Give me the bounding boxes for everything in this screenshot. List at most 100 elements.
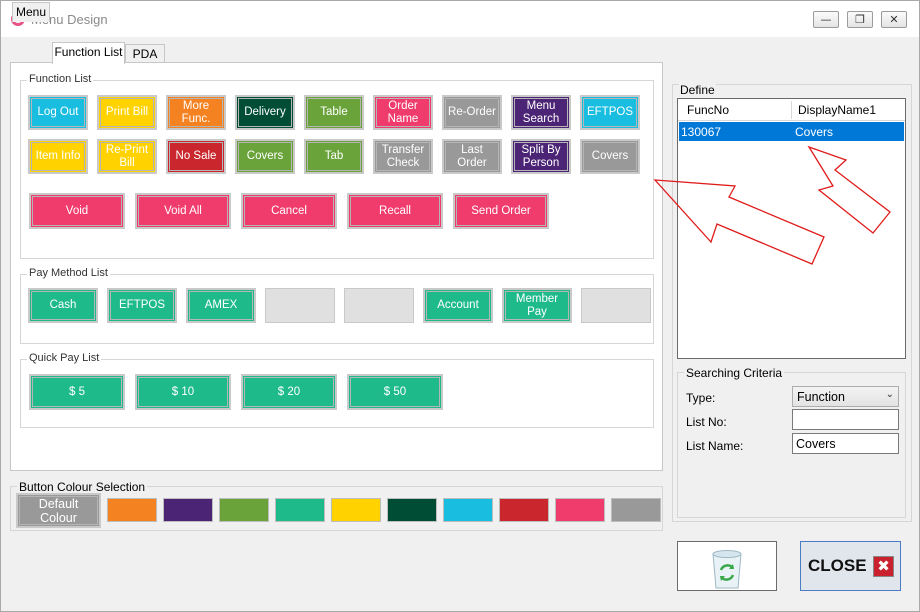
function-large-button[interactable]: Send Order — [453, 193, 549, 229]
function-large-button[interactable]: Void All — [135, 193, 231, 229]
type-select[interactable]: Function ⌄ — [792, 386, 899, 407]
tab-function-list[interactable]: Function List — [52, 42, 125, 64]
function-button-label: Last Order — [457, 143, 487, 169]
colour-swatch[interactable] — [275, 498, 325, 522]
recycle-bin-icon — [712, 550, 742, 589]
quick-pay-button[interactable]: $ 20 — [241, 374, 337, 410]
define-list[interactable]: FuncNo DisplayName1 130067 Covers — [677, 98, 906, 359]
function-large-button[interactable]: Recall — [347, 193, 443, 229]
close-icon: ✕ — [889, 13, 899, 26]
column-separator[interactable] — [791, 101, 792, 119]
function-button[interactable]: Log Out — [28, 95, 88, 130]
colour-swatch[interactable] — [163, 498, 213, 522]
window-close-button[interactable]: ✕ — [881, 11, 907, 28]
function-button-label: More Func. — [181, 99, 211, 125]
function-button[interactable]: Covers — [580, 139, 640, 174]
define-label: Define — [679, 83, 716, 97]
function-large-button[interactable]: Cancel — [241, 193, 337, 229]
chevron-down-icon: ⌄ — [885, 389, 894, 400]
type-label: Type: — [686, 391, 716, 405]
quick-pay-button-label: $ 5 — [69, 385, 85, 398]
function-list-label: Function List — [27, 73, 94, 85]
function-button-label: Re-Print Bill — [105, 143, 149, 169]
function-button[interactable]: Transfer Check — [373, 139, 433, 174]
function-button[interactable]: Re-Order — [442, 95, 502, 130]
function-button[interactable]: Table — [304, 95, 364, 130]
function-button[interactable]: Re-Print Bill — [97, 139, 157, 174]
function-button[interactable]: Covers — [235, 139, 295, 174]
function-button[interactable]: Item Info — [28, 139, 88, 174]
function-large-button-label: Send Order — [471, 204, 531, 217]
colour-swatch[interactable] — [555, 498, 605, 522]
function-button[interactable]: Order Name — [373, 95, 433, 130]
function-large-button-label: Cancel — [271, 204, 307, 217]
colour-swatch[interactable] — [219, 498, 269, 522]
pay-method-button[interactable]: EFTPOS — [107, 288, 177, 323]
function-button[interactable]: Last Order — [442, 139, 502, 174]
function-button[interactable]: Delivery — [235, 95, 295, 130]
empty-pay-slot[interactable] — [581, 288, 651, 323]
default-colour-button[interactable]: Default Colour — [16, 493, 101, 528]
list-item-displayname: Covers — [795, 125, 834, 139]
quick-pay-button[interactable]: $ 5 — [29, 374, 125, 410]
function-button-label: Order Name — [387, 99, 419, 125]
function-button-label: Delivery — [244, 106, 286, 118]
list-item[interactable]: 130067 Covers — [679, 122, 904, 141]
column-header-displayname[interactable]: DisplayName1 — [798, 103, 876, 117]
pay-method-button-label: Cash — [49, 299, 77, 311]
type-select-value: Function — [797, 390, 845, 404]
default-colour-label: Default Colour — [38, 496, 79, 525]
function-button-label: Covers — [591, 150, 629, 162]
function-button[interactable]: No Sale — [166, 139, 226, 174]
quick-pay-label: Quick Pay List — [27, 352, 102, 364]
function-button[interactable]: Menu Search — [511, 95, 571, 130]
function-button-label: Item Info — [35, 150, 81, 162]
pay-method-button[interactable]: AMEX — [186, 288, 256, 323]
quick-pay-button[interactable]: $ 50 — [347, 374, 443, 410]
function-button-label: Split By Person — [521, 143, 561, 169]
column-header-funcno[interactable]: FuncNo — [687, 103, 729, 117]
function-button-label: Menu Search — [522, 99, 560, 125]
quick-pay-button-label: $ 50 — [383, 385, 407, 398]
pay-method-button[interactable]: Cash — [28, 288, 98, 323]
close-button[interactable]: CLOSE ✖ — [800, 541, 901, 591]
tab-menu[interactable]: Menu — [12, 2, 50, 22]
function-button-label: Print Bill — [105, 106, 149, 118]
function-button-label: Tab — [324, 150, 344, 162]
function-large-button-label: Void — [65, 204, 89, 217]
function-large-button[interactable]: Void — [29, 193, 125, 229]
list-no-input[interactable] — [792, 409, 899, 430]
maximize-button[interactable]: ❐ — [847, 11, 873, 28]
empty-pay-slot[interactable] — [265, 288, 335, 323]
list-name-input[interactable]: Covers — [792, 433, 899, 454]
close-button-label: CLOSE — [808, 556, 867, 575]
tab-pda[interactable]: PDA — [125, 44, 165, 64]
quick-pay-button[interactable]: $ 10 — [135, 374, 231, 410]
pay-method-button-label: AMEX — [204, 299, 238, 311]
function-button-label: EFTPOS — [586, 106, 633, 118]
empty-pay-slot[interactable] — [344, 288, 414, 323]
function-button-label: Re-Order — [448, 106, 496, 118]
restore-icon: ❐ — [855, 13, 865, 26]
pay-method-button-label: Member Pay — [515, 292, 559, 318]
function-button-label: Transfer Check — [381, 143, 425, 169]
colour-swatch[interactable] — [611, 498, 661, 522]
colour-swatch[interactable] — [499, 498, 549, 522]
function-button[interactable]: Split By Person — [511, 139, 571, 174]
pay-method-label: Pay Method List — [27, 267, 110, 279]
recycle-bin-button[interactable] — [677, 541, 777, 591]
minimize-button[interactable]: — — [813, 11, 839, 28]
function-button[interactable]: More Func. — [166, 95, 226, 130]
colour-swatch[interactable] — [331, 498, 381, 522]
pay-method-button[interactable]: Member Pay — [502, 288, 572, 323]
close-x-icon: ✖ — [873, 556, 894, 577]
list-no-label: List No: — [686, 415, 727, 429]
function-button[interactable]: Print Bill — [97, 95, 157, 130]
function-button[interactable]: EFTPOS — [580, 95, 640, 130]
define-list-header: FuncNo DisplayName1 — [678, 99, 905, 121]
colour-swatch[interactable] — [107, 498, 157, 522]
pay-method-button[interactable]: Account — [423, 288, 493, 323]
colour-swatch[interactable] — [387, 498, 437, 522]
colour-swatch[interactable] — [443, 498, 493, 522]
function-button[interactable]: Tab — [304, 139, 364, 174]
